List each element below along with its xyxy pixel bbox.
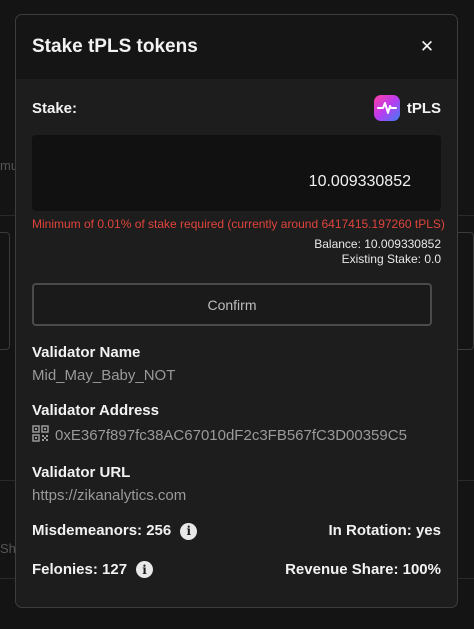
validator-name-field: Validator Name Mid_May_Baby_NOT [32, 344, 441, 384]
confirm-button[interactable]: Confirm [32, 283, 432, 326]
misdemeanors-stat: Misdemeanors: 256 i [32, 522, 198, 540]
in-rotation-text: In Rotation: yes [328, 522, 441, 540]
stake-amount-field[interactable] [32, 135, 441, 211]
felonies-stat: Felonies: 127 i [32, 560, 154, 579]
close-icon[interactable]: ✕ [413, 33, 441, 61]
stats-row-2: Felonies: 127 i Revenue Share: 100% [32, 561, 441, 579]
pulse-logo-icon [373, 95, 400, 121]
validator-name-value: Mid_May_Baby_NOT [32, 367, 176, 384]
validator-name-label: Validator Name [32, 344, 141, 361]
stake-row: Stake: tPLS [32, 93, 441, 123]
bg-text-fragment: Sh [0, 541, 16, 556]
info-icon[interactable]: i [180, 522, 198, 540]
qr-code-icon[interactable] [32, 425, 49, 446]
stake-amount-input[interactable] [161, 173, 411, 191]
revenue-share-text: Revenue Share: 100% [285, 560, 441, 578]
validator-url-field: Validator URL https://zikanalytics.com [32, 464, 441, 504]
token-indicator: tPLS [373, 95, 441, 121]
info-icon[interactable]: i [136, 561, 154, 579]
felonies-text: Felonies: 127 [32, 560, 128, 578]
validator-url-value[interactable]: https://zikanalytics.com [32, 487, 441, 504]
validator-address-label: Validator Address [32, 402, 159, 419]
validator-address-field: Validator Address 0xE367f897fc38AC67010d… [32, 402, 441, 446]
validator-url-label: Validator URL [32, 464, 131, 481]
existing-stake-text: Existing Stake: 0.0 [341, 252, 441, 266]
validator-address-value: 0xE367f897fc38AC67010dF2c3FB567fC3D00359… [55, 427, 407, 444]
misdemeanors-text: Misdemeanors: 256 [32, 522, 172, 539]
bg-card-left [0, 232, 10, 350]
modal-title: Stake tPLS tokens [32, 36, 198, 57]
validator-address-row: 0xE367f897fc38AC67010dF2c3FB567fC3D00359… [32, 425, 441, 446]
modal-header: Stake tPLS tokens ✕ [16, 15, 457, 79]
modal-body: Stake: tPLS Minimum of 0.01% of stake re… [16, 93, 457, 579]
balance-text: Balance: 10.009330852 [314, 237, 441, 251]
minimum-stake-error: Minimum of 0.01% of stake required (curr… [32, 217, 445, 231]
stake-modal: Stake tPLS tokens ✕ Stake: tPLS Minimum … [15, 14, 458, 608]
token-name: tPLS [406, 99, 441, 117]
stats-row-1: Misdemeanors: 256 i In Rotation: yes [32, 522, 441, 540]
stake-label: Stake: [32, 99, 78, 117]
